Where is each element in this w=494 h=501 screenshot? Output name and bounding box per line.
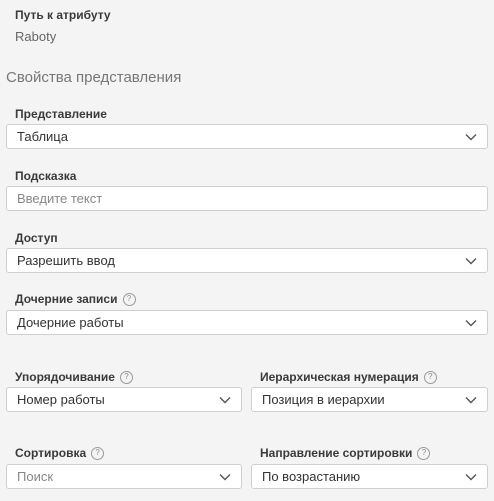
ordering-select[interactable]: Номер работы — [6, 387, 242, 412]
chevron-down-icon[interactable] — [465, 255, 477, 267]
attribute-path-value: Raboty — [15, 29, 57, 44]
attribute-path-label-text: Путь к атрибуту — [15, 8, 111, 22]
hierarchical-numbering-select-value: Позиция в иерархии — [262, 392, 385, 407]
ordering-select-value: Номер работы — [17, 392, 105, 407]
hint-label-text: Подсказка — [15, 169, 77, 183]
chevron-down-icon[interactable] — [465, 471, 477, 483]
help-icon[interactable]: ? — [91, 446, 105, 460]
hint-field — [6, 186, 488, 211]
help-icon[interactable]: ? — [119, 370, 133, 384]
chevron-down-icon[interactable] — [219, 471, 231, 483]
hint-input[interactable] — [17, 191, 477, 206]
attribute-path-label: Путь к атрибуту — [15, 8, 111, 22]
sorting-select[interactable]: Поиск — [6, 464, 242, 489]
child-records-label: Дочерние записи ? — [15, 292, 136, 306]
ordering-label: Упорядочивание ? — [15, 370, 133, 384]
chevron-down-icon[interactable] — [465, 317, 477, 329]
help-icon[interactable]: ? — [417, 446, 431, 460]
sorting-label: Сортировка ? — [15, 446, 105, 460]
section-title: Свойства представления — [6, 69, 182, 86]
hint-label: Подсказка — [15, 169, 76, 183]
help-icon[interactable]: ? — [423, 370, 437, 384]
sorting-label-text: Сортировка — [15, 446, 87, 460]
ordering-label-text: Упорядочивание — [15, 370, 115, 384]
sort-direction-select[interactable]: По возрастанию — [251, 464, 488, 489]
sort-direction-label-text: Направление сортировки — [260, 446, 413, 460]
chevron-down-icon[interactable] — [465, 131, 477, 143]
sorting-search-placeholder: Поиск — [17, 469, 54, 484]
sort-direction-select-value: По возрастанию — [262, 469, 361, 484]
child-records-label-text: Дочерние записи — [15, 292, 118, 306]
view-select-value: Таблица — [17, 129, 68, 144]
view-label: Представление — [15, 107, 107, 121]
sort-direction-label: Направление сортировки ? — [260, 446, 431, 460]
access-label-text: Доступ — [15, 231, 58, 245]
access-select-value: Разрешить ввод — [17, 253, 115, 268]
hierarchical-numbering-select[interactable]: Позиция в иерархии — [251, 387, 488, 412]
help-icon[interactable]: ? — [122, 292, 136, 306]
child-records-select[interactable]: Дочерние работы — [6, 310, 488, 335]
access-select[interactable]: Разрешить ввод — [6, 248, 488, 273]
chevron-down-icon[interactable] — [219, 394, 231, 406]
access-label: Доступ — [15, 231, 58, 245]
hierarchical-numbering-label: Иерархическая нумерация ? — [260, 370, 437, 384]
child-records-select-value: Дочерние работы — [17, 315, 124, 330]
hierarchical-numbering-label-text: Иерархическая нумерация — [260, 370, 419, 384]
chevron-down-icon[interactable] — [465, 394, 477, 406]
view-label-text: Представление — [15, 107, 107, 121]
view-select[interactable]: Таблица — [6, 124, 488, 149]
